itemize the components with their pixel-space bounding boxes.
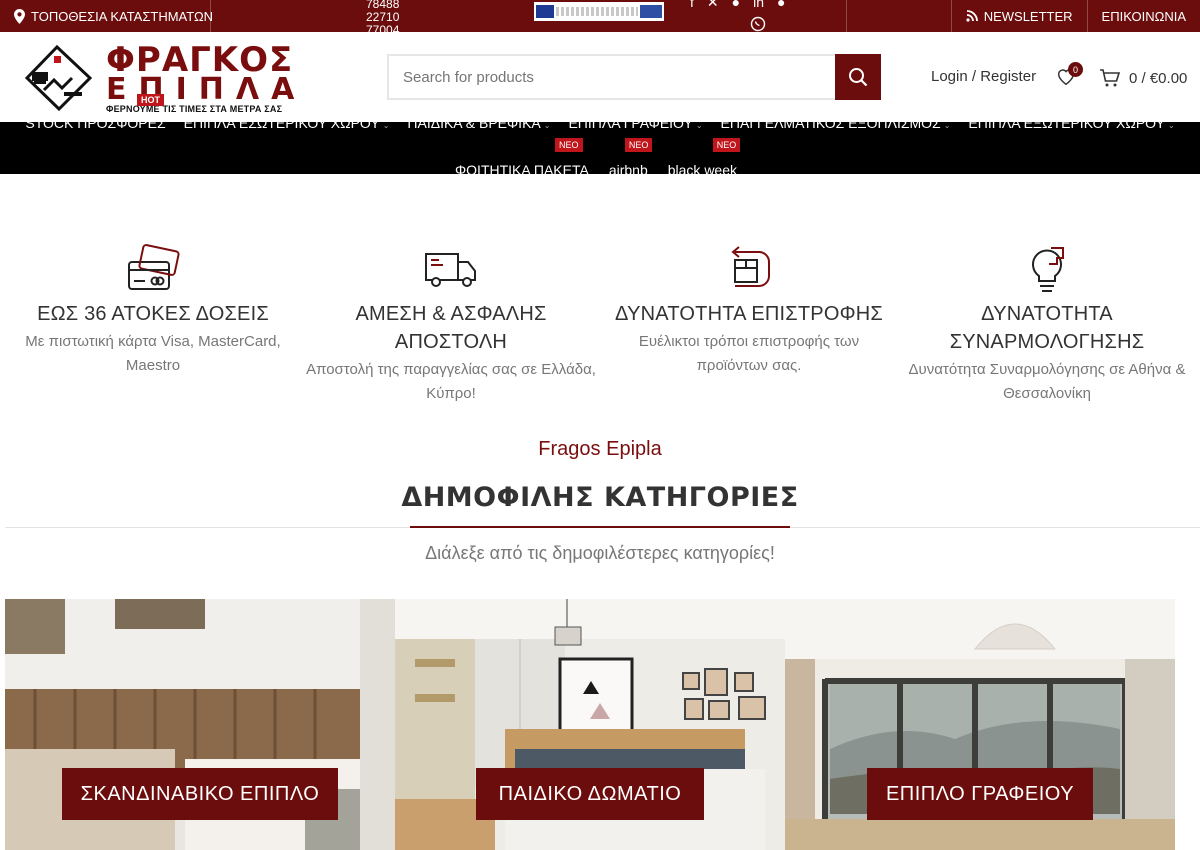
chevron-down-icon: ⌄ [543, 122, 551, 130]
divider [210, 0, 211, 32]
facebook-icon[interactable]: f [690, 0, 694, 11]
search-input[interactable] [389, 56, 835, 98]
title-underline [410, 526, 790, 528]
nav-item-student-packages[interactable]: ΝΕΟ ΦΟΙΤΗΤΙΚΑ ΠΑΚΕΤΑ [455, 138, 589, 174]
cart-total: 0 / €0.00 [1129, 69, 1188, 87]
map-pin-icon [14, 8, 25, 24]
site-header: ΦΡΑΓΚΟΣ ΕΠΙΠΛΑ ΦΕΡΝΟΥΜΕ ΤΙΣ ΤΙΜΕΣ ΣΤΑ ΜΕ… [0, 32, 1200, 122]
nav-item-label: black week [667, 162, 738, 174]
category-button[interactable]: ΣΚΑΝΔΙΝΑΒΙΚΟ ΕΠΙΠΛΟ [62, 768, 338, 820]
espa-banner[interactable] [534, 2, 664, 21]
nav-item-professional-equipment[interactable]: ΕΠΑΓΓΕΛΜΑΤΙΚΟΣ ΕΞΟΠΛΙΣΜΟΣ ⌄ [721, 122, 951, 131]
nav-item-label: STOCK ΠΡΟΣΦΟΡΕΣ [25, 122, 166, 131]
chevron-down-icon: ⌄ [695, 122, 703, 130]
nav-item-label: ΦΟΙΤΗΤΙΚΑ ΠΑΚΕΤΑ [455, 162, 589, 174]
section-title: ΔΗΜΟΦΙΛΗΣ ΚΑΤΗΓΟΡΙΕΣ [401, 482, 799, 513]
espa-text-image [556, 7, 638, 16]
chevron-down-icon: ⌄ [1167, 122, 1175, 130]
feature-returns: ΔΥΝΑΤΟΤΗΤΑ ΕΠΙΣΤΡΟΦΗΣ Ευέλικτοι τρόποι ε… [604, 244, 894, 378]
new-badge: ΝΕΟ [555, 138, 583, 152]
rss-icon [966, 10, 978, 22]
nav-item-stock-offers[interactable]: STOCK ΠΡΟΣΦΟΡΕΣ [25, 122, 165, 131]
feature-installments: ΕΩΣ 36 ΑΤΟΚΕΣ ΔΟΣΕΙΣ Με πιστωτική κάρτα … [8, 244, 298, 378]
nav-item-indoor-furniture[interactable]: ΕΠΙΠΛΑ ΕΣΩΤΕΡΙΚΟΥ ΧΩΡΟΥ ⌄ [184, 122, 390, 131]
top-bar: ΤΟΠΟΘΕΣΙΑ ΚΑΤΑΣΤΗΜΑΤΩΝ 78488 22710 77004… [0, 0, 1200, 32]
nav-item-black-week[interactable]: ΝΕΟ black week [667, 138, 741, 174]
cart-icon [1100, 69, 1121, 87]
delivery-truck-icon [425, 253, 476, 287]
nav-item-label: ΕΠΑΓΓΕΛΜΑΤΙΚΟΣ ΕΞΟΠΛΙΣΜΟΣ [720, 122, 941, 131]
nav-item-outdoor-furniture[interactable]: ΕΠΙΠΛΑ ΕΞΩΤΕΡΙΚΟΥ ΧΩΡΟΥ ⌄ [968, 122, 1174, 131]
eu-flag-icon [536, 5, 554, 18]
category-tile-scandinavian[interactable]: ΣΚΑΝΔΙΝΑΒΙΚΟ ΕΠΙΠΛΟ [5, 599, 395, 850]
feature-title: ΔΥΝΑΤΟΤΗΤΑ ΣΥΝΑΡΜΟΛΟΓΗΣΗΣ [949, 303, 1145, 353]
nav-item-kids-baby[interactable]: ΠΑΙΔΙΚΑ & ΒΡΕΦΙΚΑ ⌄ [407, 122, 550, 131]
contact-label: ΕΠΙΚΟΙΝΩΝΙΑ [1101, 8, 1186, 24]
wishlist-count: 0 [1068, 62, 1083, 77]
feature-description: Ευέλικτοι τρόποι επιστροφής των προϊόντω… [638, 333, 860, 374]
newsletter-link[interactable]: NEWSLETTER [950, 0, 1087, 32]
credit-card-icon [128, 244, 180, 290]
telegram-icon[interactable]: ● [777, 0, 785, 11]
new-badge: ΝΕΟ [624, 138, 653, 152]
feature-assembly: ΔΥΝΑΤΟΤΗΤΑ ΣΥΝΑΡΜΟΛΟΓΗΣΗΣ Δυνατότητα Συν… [902, 244, 1192, 406]
new-badge: ΝΕΟ [712, 138, 741, 152]
wishlist-button[interactable]: 0 [1055, 62, 1083, 89]
cart-button[interactable]: 0 / €0.00 [1099, 66, 1187, 90]
return-box-icon [731, 246, 770, 287]
contact-link[interactable]: ΕΠΙΚΟΙΝΩΝΙΑ [1086, 0, 1200, 32]
nav-item-airbnb[interactable]: ΝΕΟ airbnb [608, 138, 653, 174]
social-links: f ✕ ● in ● [690, 0, 785, 11]
espa-logo [640, 5, 662, 18]
feature-description: Με πιστωτική κάρτα Visa, MasterCard, Mae… [25, 333, 281, 374]
logo-mark-icon [24, 44, 93, 112]
feature-title: ΔΥΝΑΤΟΤΗΤΑ ΕΠΙΣΤΡΟΦΗΣ [615, 303, 883, 325]
nav-item-label: ΠΑΙΔΙΚΑ & ΒΡΕΦΙΚΑ [407, 122, 541, 131]
nav-item-label: airbnb [608, 162, 648, 174]
search-icon [849, 68, 868, 87]
category-button[interactable]: ΕΠΙΠΛΟ ΓΡΑΦΕΙΟΥ [867, 768, 1093, 820]
search-button[interactable] [835, 54, 881, 100]
section-brand-label: Fragos Epipla [538, 438, 662, 460]
x-icon[interactable]: ✕ [707, 0, 719, 11]
nav-item-label: ΕΠΙΠΛΑ ΕΞΩΤΕΡΙΚΟΥ ΧΩΡΟΥ [968, 122, 1165, 131]
feature-shipping: ΑΜΕΣΗ & ΑΣΦΑΛΗΣ ΑΠΟΣΤΟΛΗ Αποστολή της πα… [306, 244, 596, 406]
nav-item-label: ΕΠΙΠΛΑ ΕΣΩΤΕΡΙΚΟΥ ΧΩΡΟΥ [183, 122, 380, 131]
pinterest-icon[interactable]: ● [732, 0, 740, 11]
feature-description: Αποστολή της παραγγελίας σας σε Ελλάδα, … [306, 361, 596, 402]
brand-tagline: ΦΕΡΝΟΥΜΕ ΤΙΣ ΤΙΜΕΣ ΣΤΑ ΜΕΤΡΑ ΣΑΣ [106, 104, 283, 114]
linkedin-icon[interactable]: in [753, 0, 764, 11]
assembly-bulb-icon [1032, 247, 1064, 292]
category-button[interactable]: ΠΑΙΔΙΚΟ ΔΩΜΑΤΙΟ [476, 768, 704, 820]
chevron-down-icon: ⌄ [382, 122, 390, 130]
phone-number[interactable]: 78488 22710 77004 [366, 0, 414, 32]
login-register-link[interactable]: Login / Register [931, 68, 1036, 85]
nav-item-label: ΕΠΙΠΛΑ ΓΡΑΦΕΙΟΥ [568, 122, 693, 131]
feature-description: Δυνατότητα Συναρμολόγησης σε Αθήνα & Θεσ… [908, 361, 1186, 402]
store-locations-label: ΤΟΠΟΘΕΣΙΑ ΚΑΤΑΣΤΗΜΑΤΩΝ [31, 8, 214, 24]
phone-line: 77004 [366, 23, 400, 33]
hot-badge: HOT [137, 94, 164, 106]
site-logo[interactable]: ΦΡΑΓΚΟΣ ΕΠΙΠΛΑ ΦΕΡΝΟΥΜΕ ΤΙΣ ΤΙΜΕΣ ΣΤΑ ΜΕ… [24, 40, 314, 114]
newsletter-label: NEWSLETTER [983, 8, 1073, 24]
divider [846, 0, 847, 32]
feature-title: ΕΩΣ 36 ΑΤΟΚΕΣ ΔΟΣΕΙΣ [37, 303, 269, 325]
product-search-form [387, 54, 881, 100]
nav-item-office-furniture[interactable]: ΕΠΙΠΛΑ ΓΡΑΦΕΙΟΥ ⌄ [568, 122, 702, 131]
category-tile-office[interactable]: ΕΠΙΠΛΟ ΓΡΑΦΕΙΟΥ [785, 599, 1175, 850]
category-tile-kids-room[interactable]: ΠΑΙΔΙΚΟ ΔΩΜΑΤΙΟ [395, 599, 785, 850]
store-locations-link[interactable]: ΤΟΠΟΘΕΣΙΑ ΚΑΤΑΣΤΗΜΑΤΩΝ [14, 0, 213, 32]
feature-title: ΑΜΕΣΗ & ΑΣΦΑΛΗΣ ΑΠΟΣΤΟΛΗ [355, 303, 547, 353]
chevron-down-icon: ⌄ [943, 122, 951, 130]
section-subtitle: Διάλεξε από τις δημοφιλέστερες κατηγορίε… [425, 543, 775, 563]
main-navigation: STOCK ΠΡΟΣΦΟΡΕΣ ΕΠΙΠΛΑ ΕΣΩΤΕΡΙΚΟΥ ΧΩΡΟΥ ⌄… [0, 122, 1200, 174]
